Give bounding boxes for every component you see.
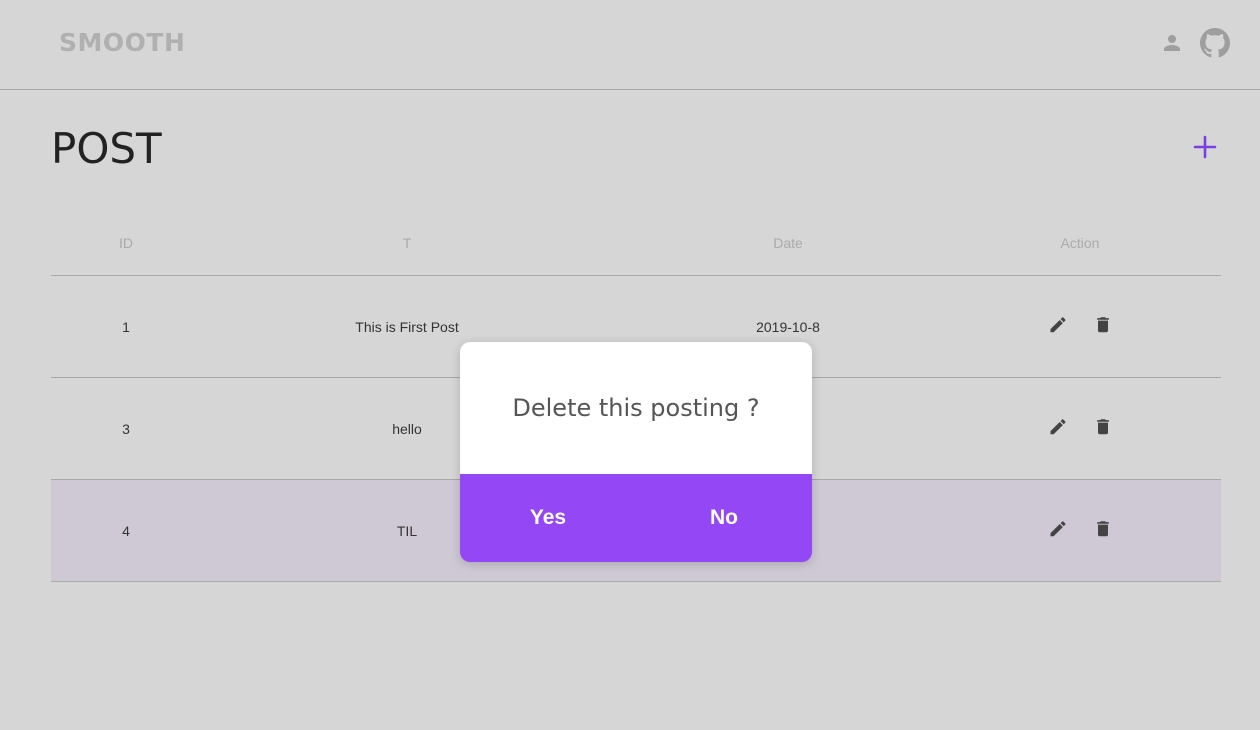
dialog-actions: Yes No <box>460 474 812 562</box>
no-button[interactable]: No <box>636 474 812 562</box>
yes-button[interactable]: Yes <box>460 474 636 562</box>
modal-overlay: Delete this posting ? Yes No <box>0 0 1260 730</box>
confirm-delete-dialog: Delete this posting ? Yes No <box>460 342 812 562</box>
dialog-message: Delete this posting ? <box>512 394 760 422</box>
